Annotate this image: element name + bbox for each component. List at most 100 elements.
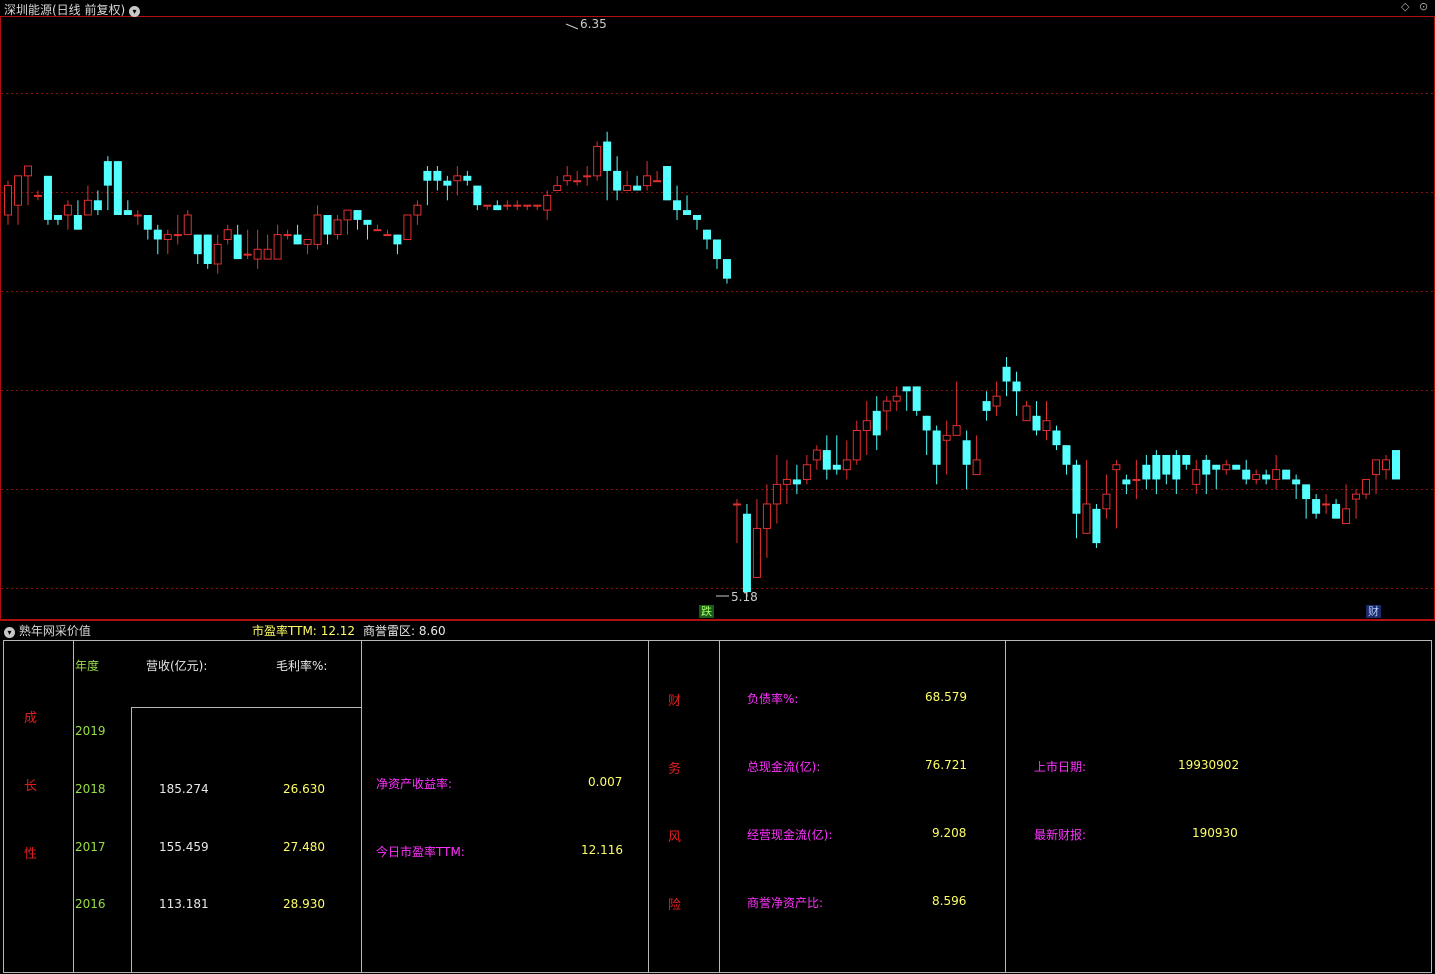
candle-body [1082,503,1091,534]
candle-body [263,248,272,260]
roe-label: 净资产收益率: [376,777,453,791]
candle-body [992,395,1001,407]
candle-body [722,259,731,279]
chevron-down-icon[interactable]: ▾ [4,627,15,638]
table-border-right [1431,641,1432,973]
candle-body [1312,499,1321,514]
candle-body [463,175,472,181]
candle-body [163,234,172,240]
high-price-label: 6.35 [580,17,607,31]
candlestick-chart[interactable] [0,0,1435,640]
candle-body [363,219,372,225]
candle-body [143,215,152,230]
candle-body [673,200,682,211]
candle-body [153,229,162,240]
candle-body [133,214,142,217]
table-divider [73,641,74,973]
candle-body [503,204,512,207]
candle-body [932,430,941,465]
candle-body [1212,464,1221,470]
goodwill-indicator: 商誉雷区: 8.60 [363,622,446,639]
goodwill-value: 8.60 [418,624,446,638]
candle-body [1072,464,1081,514]
candle-body [912,386,921,411]
candle-body [902,386,911,392]
candle-body [373,229,382,232]
candle-body [842,459,851,471]
candle-body [892,395,901,402]
candle-body [1102,493,1111,510]
pe-today-label: 今日市盈率TTM: [376,845,465,859]
table-divider [361,641,362,973]
chart-title: 深圳能源(日线 前复权) ▾ [4,1,141,18]
candle-body [1282,469,1291,480]
candle-body [393,234,402,245]
candle-body [123,210,132,215]
chevron-down-icon[interactable]: ▾ [129,6,141,17]
high-pointer [565,23,579,30]
candle-body [1202,459,1211,475]
op-cash-label: 经营现金流(亿): [747,828,833,842]
row-revenue: 155.459 [159,840,209,854]
candle-body [942,434,951,441]
candle-body [203,234,212,264]
candle-body [593,145,602,177]
indicator-title-text: 熟年网采价值 [18,624,91,638]
event-badge-fall[interactable]: 跌 [699,605,714,618]
divider-line [0,620,1435,621]
candle-body [273,234,282,260]
candle-body [1382,459,1391,471]
candle-body [313,214,322,245]
pe-ttm-indicator: 市盈率TTM: 12.12 [252,622,355,639]
row-year: 2019 [75,724,106,738]
candle-body [712,239,721,260]
candle-body [812,449,821,461]
candle-body [1132,478,1141,481]
candle-body [633,185,642,191]
candle-body [573,180,582,183]
candle-body [483,204,492,207]
candle-body [93,200,102,211]
candle-body [872,410,881,436]
candle-body [433,170,442,181]
candle-body [303,238,312,245]
candle-body [1242,469,1251,480]
candle-body [782,478,791,485]
event-badge-finance[interactable]: 财 [1366,605,1381,618]
candle-body [583,175,592,178]
candle-body [553,185,562,192]
candle-body [73,215,82,230]
growth-char: 成 [24,711,38,726]
candle-body [643,175,652,187]
candle-body [103,161,112,186]
row-year: 2016 [75,897,106,911]
risk-char: 险 [668,898,682,913]
candle-body [772,483,781,505]
table-divider [1005,641,1006,973]
candle-body [1032,415,1041,431]
candle-body [982,401,991,411]
chart-title-text: 深圳能源(日线 前复权) [4,3,126,17]
candle-body [83,199,92,216]
table-divider [719,641,720,973]
candle-body [1122,479,1131,485]
table-divider [131,707,361,708]
header-margin: 毛利率%: [276,659,328,673]
cash-label: 总现金流(亿): [747,760,821,774]
candle-body [653,180,662,183]
table-border-bottom [3,972,1432,973]
goodwill-ratio-label: 商誉净资产比: [747,896,824,910]
candle-body [403,214,412,240]
risk-char: 务 [668,762,682,777]
candle-body [493,205,502,211]
diamond-icon[interactable]: ◇ [1401,0,1409,13]
row-margin: 27.480 [283,840,325,854]
candle-body [523,204,532,207]
row-year: 2018 [75,782,106,796]
candle-body [603,141,612,171]
settings-icon[interactable]: ⊙ [1419,0,1428,13]
candle-body [1322,503,1331,506]
row-year: 2017 [75,840,106,854]
candle-body [353,210,362,220]
candle-body [453,175,462,182]
